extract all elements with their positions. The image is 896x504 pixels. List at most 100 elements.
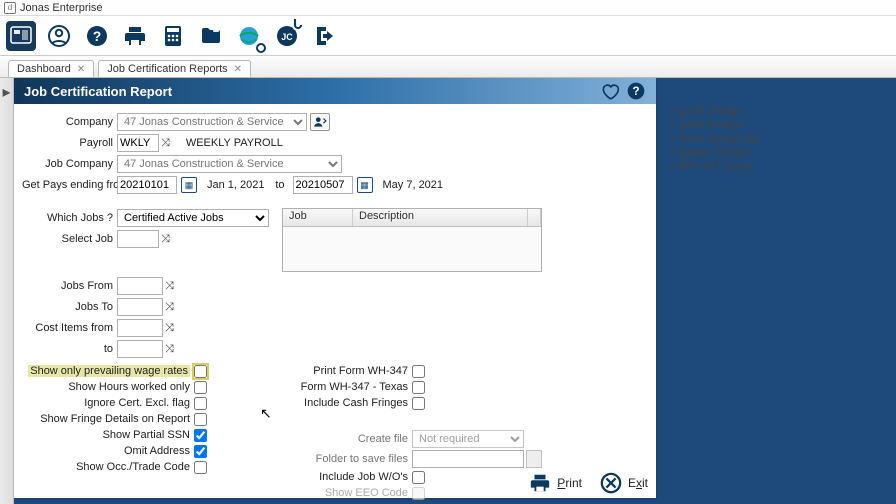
panel-help-icon[interactable]: ? [626, 81, 646, 101]
chk-trade[interactable] [194, 461, 207, 474]
chk-ssn-label: Show Partial SSN [22, 429, 194, 441]
jobs-to-label: Jobs To [22, 301, 117, 313]
svg-text:?: ? [632, 85, 639, 98]
chk-omit-label: Omit Address [22, 445, 194, 457]
help-toolbar-icon[interactable]: ? [82, 21, 112, 51]
chk-cash-fringe-label: Include Cash Fringes [242, 397, 412, 409]
chk-hours[interactable] [194, 381, 207, 394]
which-jobs-label: Which Jobs ? [22, 212, 117, 224]
panel-header: Job Certification Report ? [14, 78, 656, 104]
chk-prevailing[interactable] [194, 365, 207, 378]
lookup-icon[interactable]: ⤨ [165, 343, 174, 356]
jobs-from-input[interactable] [117, 277, 163, 295]
chk-wh347tx[interactable] [412, 381, 425, 394]
to-label: to [275, 179, 289, 191]
pays-to-input[interactable] [293, 176, 353, 194]
chk-include-wo[interactable] [412, 471, 425, 484]
chk-eeo [412, 487, 425, 500]
lookup-icon[interactable]: ⤨ [165, 301, 174, 314]
lookup-icon[interactable]: ⤨ [161, 137, 170, 150]
jc-icon[interactable]: JC [272, 21, 302, 51]
favorite-icon[interactable] [600, 81, 620, 101]
create-file-select: Not required [412, 430, 524, 448]
load-design-link[interactable]: » Load Design [665, 104, 890, 118]
lookup-icon[interactable]: ⤨ [165, 322, 174, 335]
which-jobs-select[interactable]: Certified Active Jobs [117, 209, 269, 227]
create-file-label: Create file [242, 433, 412, 445]
jobs-from-label: Jobs From [22, 280, 117, 292]
svg-text:?: ? [93, 28, 102, 44]
calendar-icon[interactable]: ▦ [181, 177, 197, 193]
chk-cash-fringe[interactable] [412, 397, 425, 410]
exit-button[interactable]: ExExitit [600, 472, 648, 494]
lookup-person-icon[interactable] [310, 113, 330, 131]
save-design-as-link[interactable]: » Save Design As [665, 132, 890, 146]
select-job-input[interactable] [117, 230, 159, 248]
globe-icon[interactable] [234, 21, 264, 51]
delete-design-link[interactable]: » Delete Design [665, 146, 890, 160]
grid-scroll-head [528, 209, 541, 226]
title-bar: d Jonas Enterprise [0, 0, 896, 16]
tab-bar: Dashboard ✕ Job Certification Reports ✕ [0, 56, 896, 78]
company-label: Company [22, 116, 117, 128]
report-panel: Job Certification Report ? Company [14, 78, 656, 498]
calculator-icon[interactable] [158, 21, 188, 51]
chk-omit[interactable] [194, 445, 207, 458]
dashboard-icon[interactable] [6, 21, 36, 51]
chk-prevailing-label: Show only prevailing wage rates [28, 365, 190, 377]
lookup-icon[interactable]: ⤨ [161, 233, 170, 246]
pays-to-readable: May 7, 2021 [383, 179, 454, 191]
chk-fringe[interactable] [194, 413, 207, 426]
design-actions: » Load Design » Save Design » Save Desig… [665, 104, 890, 174]
wh347-texas-link[interactable]: » WH-347 Texas [665, 160, 890, 174]
chk-trade-label: Show Occ./Trade Code [22, 461, 194, 473]
folder-icon[interactable] [196, 21, 226, 51]
col-job: Job [283, 209, 353, 226]
lookup-icon[interactable]: ⤨ [165, 280, 174, 293]
job-company-label: Job Company [22, 158, 117, 170]
jobs-to-input[interactable] [117, 298, 163, 316]
chk-ssn[interactable] [194, 429, 207, 442]
company-select[interactable]: 47 Jonas Construction & Service [117, 113, 307, 131]
panel-title: Job Certification Report [24, 84, 172, 99]
printer-icon[interactable] [120, 21, 150, 51]
payroll-code-input[interactable] [117, 134, 159, 152]
cost-from-input[interactable] [117, 319, 163, 337]
panel-footer: PPrintrint ExExitit [529, 472, 648, 494]
tab-job-cert-reports[interactable]: Job Certification Reports ✕ [98, 60, 251, 77]
col-description: Description [353, 209, 528, 226]
chk-wh347[interactable] [412, 365, 425, 378]
cost-from-label: Cost Items from [22, 322, 117, 334]
main-toolbar: ? JC [0, 16, 896, 56]
calendar-icon[interactable]: ▦ [357, 177, 373, 193]
expand-sidebar-chevron-icon[interactable]: ▸ [0, 78, 14, 504]
tab-label: Job Certification Reports [107, 63, 227, 75]
tab-label: Dashboard [17, 63, 71, 75]
close-icon[interactable]: ✕ [234, 64, 242, 75]
chk-eeo-label: Show EEO Code [242, 487, 412, 499]
pays-from-input[interactable] [117, 176, 177, 194]
cost-to-label: to [22, 343, 117, 355]
chk-ignore[interactable] [194, 397, 207, 410]
save-design-link[interactable]: » Save Design [665, 118, 890, 132]
cost-to-input[interactable] [117, 340, 163, 358]
pays-from-readable: Jan 1, 2021 [207, 179, 275, 191]
payroll-desc: WEEKLY PAYROLL [186, 137, 283, 149]
print-button[interactable]: PPrintrint [529, 472, 582, 494]
job-company-select[interactable]: 47 Jonas Construction & Service [117, 155, 342, 173]
chk-ignore-label: Ignore Cert. Excl. flag [22, 397, 194, 409]
chk-wh347-label: Print Form WH-347 [242, 365, 412, 377]
close-icon[interactable]: ✕ [77, 64, 85, 75]
chk-hours-label: Show Hours worked only [22, 381, 194, 393]
folder-label: Folder to save files [242, 453, 412, 465]
pays-label: Get Pays ending from [22, 179, 117, 191]
jobs-grid[interactable]: Job Description [282, 208, 542, 272]
user-icon[interactable] [44, 21, 74, 51]
tab-dashboard[interactable]: Dashboard ✕ [8, 60, 94, 77]
exit-toolbar-icon[interactable] [310, 21, 340, 51]
select-job-label: Select Job [22, 233, 117, 245]
app-icon: d [4, 2, 16, 14]
folder-input [412, 450, 524, 468]
chk-wh347tx-label: Form WH-347 - Texas [242, 381, 412, 393]
browse-folder-button [526, 450, 542, 468]
